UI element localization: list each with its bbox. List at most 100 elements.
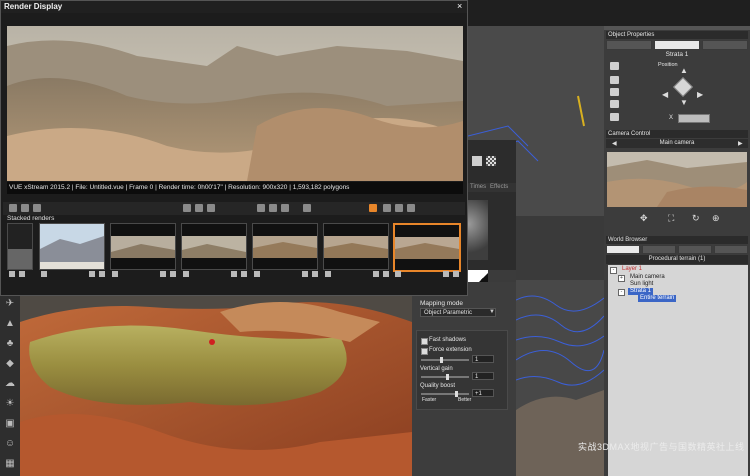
zoom-icon[interactable]: ⊕ xyxy=(712,214,721,223)
fast-shadows-checkbox[interactable] xyxy=(421,338,428,345)
tab-effects[interactable]: Effects xyxy=(490,184,508,190)
camera-tool-icon[interactable]: ▣ xyxy=(3,418,17,430)
camera-select[interactable]: Main camera xyxy=(606,139,748,148)
quality-boost-slider[interactable] xyxy=(421,393,469,395)
terrain-tool-icon[interactable]: ▲ xyxy=(3,318,17,330)
force-extension-knob[interactable] xyxy=(440,357,443,363)
compare-icon[interactable] xyxy=(303,204,311,212)
tree-item-strata[interactable]: Strata 1 xyxy=(628,288,654,295)
arrow-up-icon[interactable]: ▲ xyxy=(680,66,688,75)
mapping-mode-select[interactable]: Object Parametric xyxy=(420,308,496,317)
arrow-right-icon[interactable]: ▶ xyxy=(697,90,703,99)
collapse-icon[interactable]: - xyxy=(618,289,625,296)
arrow-down-icon[interactable]: ▼ xyxy=(680,98,688,107)
tab-animation[interactable] xyxy=(702,40,748,50)
thumb-info-icon[interactable] xyxy=(89,271,95,277)
cursor-tool-icon[interactable]: ✈ xyxy=(3,298,17,310)
thumb-save-icon[interactable] xyxy=(325,271,331,277)
stacked-render-thumb[interactable] xyxy=(181,223,247,270)
checker-icon[interactable] xyxy=(486,156,496,166)
material-icon-1[interactable] xyxy=(472,156,482,166)
collapse-icon[interactable]: - xyxy=(610,267,617,274)
force-extension-value[interactable]: 1 xyxy=(472,355,494,363)
twist-icon[interactable] xyxy=(610,100,619,108)
tree-item-camera[interactable]: Main camera xyxy=(630,274,665,281)
tab-links[interactable] xyxy=(714,245,748,254)
plant-tool-icon[interactable]: ♣ xyxy=(3,338,17,350)
save-icon[interactable] xyxy=(9,204,17,212)
thumb-info-icon[interactable] xyxy=(302,271,308,277)
thumb-info-icon[interactable] xyxy=(373,271,379,277)
tree-item-light[interactable]: Sun light xyxy=(630,281,653,288)
thumb-delete-icon[interactable] xyxy=(241,271,247,277)
expand-icon[interactable]: + xyxy=(618,275,625,282)
light-tool-icon[interactable]: ☀ xyxy=(3,398,17,410)
thumb-delete-icon[interactable] xyxy=(99,271,105,277)
thumb-delete-icon[interactable] xyxy=(19,271,25,277)
thumb-delete-icon[interactable] xyxy=(453,271,459,277)
zoom-fit-icon[interactable] xyxy=(281,204,289,212)
options-icon[interactable] xyxy=(407,204,415,212)
thumb-save-icon[interactable] xyxy=(112,271,118,277)
grid-view-icon[interactable] xyxy=(383,204,391,212)
thumb-info-icon[interactable] xyxy=(231,271,237,277)
stacked-render-thumb[interactable] xyxy=(39,223,105,270)
tree-item-layer[interactable]: Layer 1 xyxy=(622,266,642,273)
close-icon[interactable]: × xyxy=(457,1,462,11)
chevron-right-icon[interactable]: ▶ xyxy=(738,140,743,147)
stacked-render-thumb[interactable] xyxy=(7,223,33,270)
thumb-save-icon[interactable] xyxy=(41,271,47,277)
tab-library[interactable] xyxy=(678,245,712,254)
thumb-info-icon[interactable] xyxy=(160,271,166,277)
stack-icon[interactable] xyxy=(369,204,377,212)
move-icon[interactable] xyxy=(610,62,619,70)
arrow-left-icon[interactable]: ◀ xyxy=(662,90,668,99)
x-position-field[interactable] xyxy=(678,114,710,123)
rock-tool-icon[interactable]: ◆ xyxy=(3,358,17,370)
thumb-delete-icon[interactable] xyxy=(383,271,389,277)
orbit-icon[interactable]: ↻ xyxy=(692,214,701,223)
tab-numerics[interactable] xyxy=(606,40,652,50)
channels-icon[interactable] xyxy=(195,204,203,212)
tab-objects[interactable] xyxy=(606,245,640,254)
refresh-icon[interactable] xyxy=(33,204,41,212)
rotate-icon[interactable] xyxy=(610,76,619,84)
sphere-icon[interactable] xyxy=(610,113,619,121)
force-extension-checkbox[interactable] xyxy=(421,348,428,355)
stacked-render-thumb[interactable] xyxy=(323,223,389,270)
chevron-left-icon[interactable]: ◀ xyxy=(612,140,617,147)
force-extension-slider[interactable] xyxy=(421,359,469,361)
terrain-3d-viewport[interactable] xyxy=(20,282,412,476)
thumb-save-icon[interactable] xyxy=(395,271,401,277)
grid-tool-icon[interactable]: ▦ xyxy=(3,458,17,470)
quality-boost-value[interactable]: +1 xyxy=(472,389,494,397)
thumb-delete-icon[interactable] xyxy=(312,271,318,277)
tree-item-terrain[interactable]: Entire terrain xyxy=(638,295,677,302)
zoom-in-icon[interactable] xyxy=(257,204,265,212)
copy-icon[interactable] xyxy=(21,204,29,212)
thumb-save-icon[interactable] xyxy=(254,271,260,277)
thumb-delete-icon[interactable] xyxy=(170,271,176,277)
scale-icon[interactable] xyxy=(610,88,619,96)
pan-icon[interactable]: ✥ xyxy=(640,214,649,223)
tab-materials[interactable] xyxy=(642,245,676,254)
list-view-icon[interactable] xyxy=(395,204,403,212)
render-titlebar[interactable] xyxy=(1,1,467,13)
stacked-render-thumb-selected[interactable] xyxy=(393,223,461,272)
person-tool-icon[interactable]: ☺ xyxy=(3,438,17,450)
thumb-save-icon[interactable] xyxy=(9,271,15,277)
zoom-out-icon[interactable] xyxy=(269,204,277,212)
cloud-tool-icon[interactable]: ☁ xyxy=(3,378,17,390)
layers-icon[interactable] xyxy=(183,204,191,212)
thumb-save-icon[interactable] xyxy=(183,271,189,277)
stacked-render-thumb[interactable] xyxy=(110,223,176,270)
tab-times[interactable]: Times xyxy=(470,184,486,190)
vertical-gain-knob[interactable] xyxy=(446,374,449,380)
delete-icon[interactable] xyxy=(207,204,215,212)
vertical-gain-slider[interactable] xyxy=(421,376,469,378)
frame-icon[interactable]: ⛶ xyxy=(668,214,677,223)
thumb-info-icon[interactable] xyxy=(443,271,449,277)
stacked-render-thumb[interactable] xyxy=(252,223,318,270)
vertical-gain-value[interactable]: 1 xyxy=(472,372,494,380)
tab-aspect[interactable] xyxy=(654,40,700,50)
